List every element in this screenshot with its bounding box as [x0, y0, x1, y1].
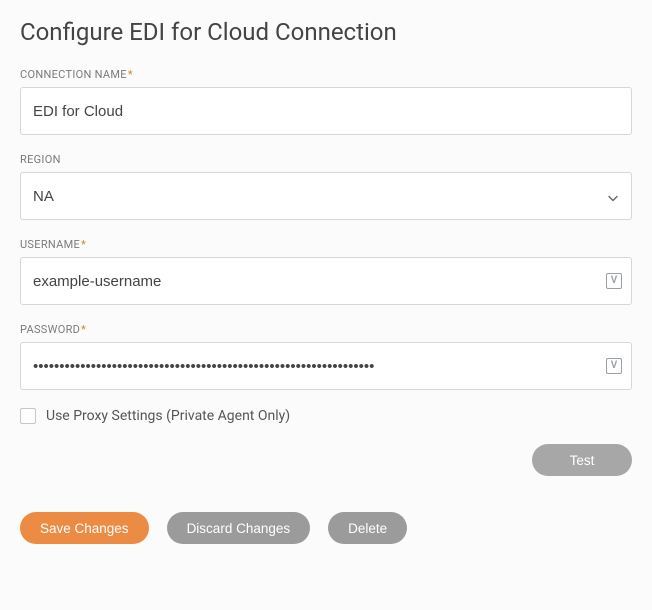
connection-name-input[interactable]: [20, 87, 632, 135]
connection-name-label: CONNECTION NAME*: [20, 68, 632, 81]
test-button[interactable]: Test: [532, 444, 632, 476]
test-row: Test: [20, 444, 632, 476]
proxy-label: Use Proxy Settings (Private Agent Only): [46, 408, 290, 424]
delete-button[interactable]: Delete: [328, 512, 407, 544]
username-label: USERNAME*: [20, 238, 632, 251]
username-label-text: USERNAME: [20, 238, 80, 251]
region-label: REGION: [20, 153, 632, 166]
field-password: PASSWORD* V: [20, 323, 632, 390]
field-region: REGION NA: [20, 153, 632, 220]
required-marker: *: [81, 238, 86, 251]
variable-icon[interactable]: V: [606, 273, 622, 289]
password-label-text: PASSWORD: [20, 323, 80, 336]
username-input[interactable]: [20, 257, 632, 305]
password-label: PASSWORD*: [20, 323, 632, 336]
page-title: Configure EDI for Cloud Connection: [20, 18, 632, 46]
required-marker: *: [128, 68, 133, 81]
discard-button[interactable]: Discard Changes: [167, 512, 311, 544]
connection-name-label-text: CONNECTION NAME: [20, 68, 127, 81]
save-button[interactable]: Save Changes: [20, 512, 149, 544]
region-select[interactable]: NA: [20, 172, 632, 220]
field-username: USERNAME* V: [20, 238, 632, 305]
action-row: Save Changes Discard Changes Delete: [20, 512, 632, 544]
field-connection-name: CONNECTION NAME*: [20, 68, 632, 135]
required-marker: *: [81, 323, 86, 336]
proxy-checkbox[interactable]: [20, 408, 36, 424]
variable-icon[interactable]: V: [606, 358, 622, 374]
proxy-checkbox-row: Use Proxy Settings (Private Agent Only): [20, 408, 632, 424]
password-input[interactable]: [20, 342, 632, 390]
